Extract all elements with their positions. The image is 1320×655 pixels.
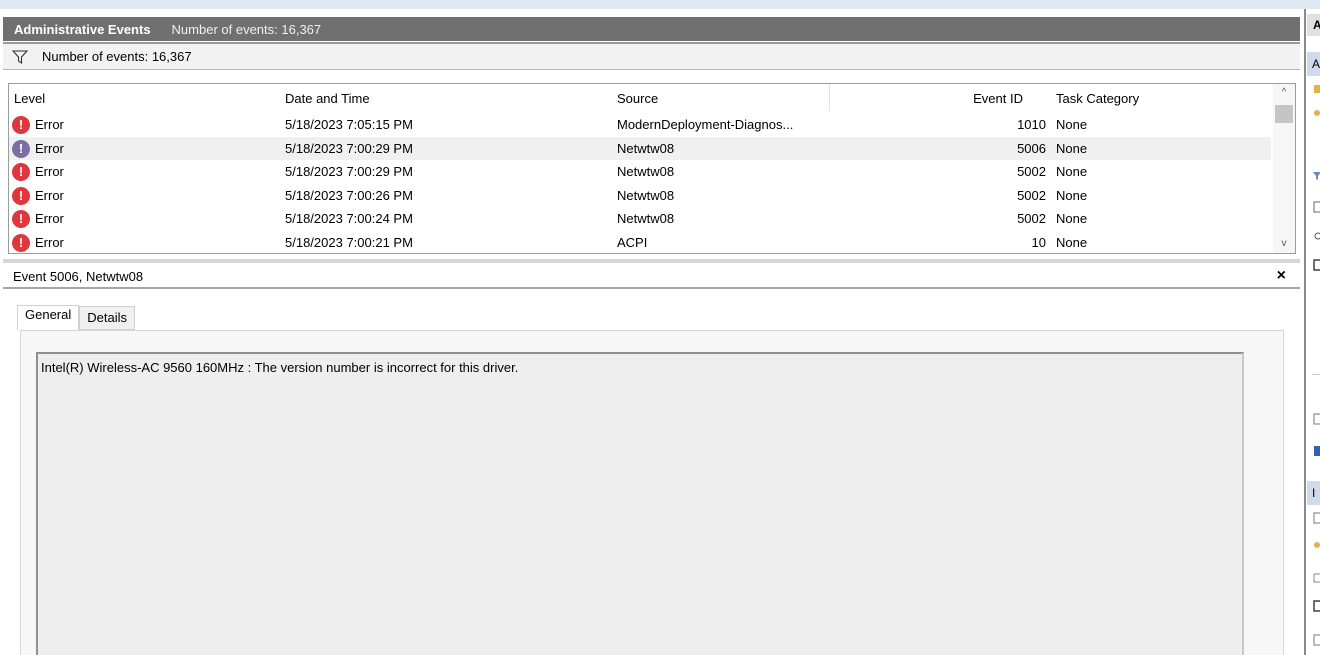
cell-source: Netwtw08 — [617, 140, 675, 156]
cell-task-category: None — [1056, 164, 1088, 179]
event-list: Level Date and Time Source Event ID Task… — [8, 83, 1296, 254]
attach-task-icon[interactable] — [1313, 540, 1320, 552]
cell-date-time: 5/18/2023 7:00:24 PM — [285, 211, 413, 226]
cell-level: Error — [35, 211, 64, 226]
copy-icon[interactable] — [1313, 572, 1320, 584]
table-row[interactable]: ! Error 5/18/2023 7:00:29 PM Netwtw08 5002 No… — [9, 160, 1271, 184]
column-header-date-time[interactable]: Date and Time — [285, 91, 370, 106]
cell-task-category: None — [1056, 211, 1088, 226]
event-actions-section-header[interactable]: I — [1307, 481, 1320, 505]
column-header-task-category[interactable]: Task Category — [1056, 91, 1139, 106]
table-row[interactable]: ! Error 5/18/2023 7:00:21 PM ACPI 10 None — [9, 231, 1271, 254]
error-circle-icon: ! — [12, 233, 30, 252]
cell-source: Netwtw08 — [617, 187, 675, 203]
refresh-events-icon[interactable] — [1313, 634, 1320, 646]
cell-event-id: 5006 — [1017, 140, 1046, 156]
tab-general[interactable]: General — [17, 305, 80, 330]
scroll-thumb[interactable] — [1275, 105, 1293, 123]
cell-date-time: 5/18/2023 7:00:29 PM — [285, 140, 413, 156]
cell-event-id: 5002 — [1017, 187, 1046, 203]
scroll-down-icon[interactable]: v — [1273, 235, 1295, 253]
cell-level: Error — [35, 234, 64, 250]
cell-date-time: 5/18/2023 7:00:26 PM — [285, 187, 413, 203]
filter-event-count: Number of events: 16,367 — [42, 49, 192, 64]
properties-icon[interactable] — [1313, 201, 1320, 213]
table-row[interactable]: ! Error 5/18/2023 7:05:15 PM ModernDeployme… — [9, 113, 1271, 137]
event-properties-icon[interactable] — [1313, 512, 1320, 524]
error-circle-icon: ! — [12, 163, 30, 181]
cell-event-id: 1010 — [1017, 117, 1046, 132]
details-tabs: General Details — [17, 305, 135, 330]
find-icon[interactable] — [1313, 231, 1320, 243]
actions-pane-header: A — [1307, 14, 1320, 36]
filter-action-icon[interactable] — [1313, 169, 1320, 181]
column-header-level[interactable]: Level — [14, 91, 45, 106]
column-header-event-id[interactable]: Event ID — [973, 91, 1023, 106]
event-list-header: Level Date and Time Source Event ID Task… — [9, 84, 1274, 111]
cell-task-category: None — [1056, 187, 1088, 203]
event-message-text[interactable]: Intel(R) Wireless-AC 9560 160MHz : The v… — [36, 352, 1244, 655]
cell-date-time: 5/18/2023 7:00:21 PM — [285, 234, 413, 250]
column-header-source[interactable]: Source — [617, 91, 658, 106]
cell-source: Netwtw08 — [617, 164, 675, 179]
table-row[interactable]: ! Error 5/18/2023 7:00:24 PM Netwtw08 5002 No… — [9, 207, 1271, 231]
save-icon[interactable] — [1313, 259, 1320, 271]
scroll-up-icon[interactable]: ^ — [1273, 84, 1295, 102]
cell-task-category: None — [1056, 234, 1088, 250]
error-circle-icon: ! — [12, 139, 30, 158]
star-icon[interactable] — [1313, 107, 1320, 119]
event-details-title: Event 5006, Netwtw08 — [13, 268, 144, 284]
general-tab-panel: Intel(R) Wireless-AC 9560 160MHz : The v… — [20, 330, 1284, 655]
cell-source: ModernDeployment-Diagnos... — [617, 117, 794, 132]
cell-event-id: 10 — [1031, 234, 1046, 250]
close-icon[interactable]: × — [1277, 267, 1286, 285]
event-list-scrollbar[interactable]: ^ v — [1273, 84, 1295, 253]
cell-level: Error — [35, 140, 64, 156]
view-header-bar: Administrative Events Number of events: … — [3, 17, 1300, 41]
actions-section-header[interactable]: A — [1307, 52, 1320, 76]
cell-level: Error — [35, 117, 64, 132]
view-title: Administrative Events — [14, 21, 151, 37]
actions-separator — [1312, 374, 1320, 375]
window-top-strip — [0, 0, 1320, 9]
cell-task-category: None — [1056, 140, 1088, 156]
actions-pane: A A I — [1304, 9, 1320, 655]
cell-source: Netwtw08 — [617, 211, 675, 226]
cell-source: ACPI — [617, 234, 648, 250]
cell-level: Error — [35, 164, 64, 179]
refresh-icon[interactable] — [1313, 413, 1320, 425]
table-row[interactable]: ! Error 5/18/2023 7:00:29 PM Netwtw08 5006 No… — [9, 136, 1271, 160]
error-circle-icon: ! — [12, 116, 30, 134]
filter-bar: Number of events: 16,367 — [3, 42, 1300, 70]
error-circle-icon: ! — [12, 186, 30, 205]
cell-date-time: 5/18/2023 7:00:29 PM — [285, 164, 413, 179]
tab-details[interactable]: Details — [79, 306, 135, 330]
help-icon[interactable] — [1313, 445, 1320, 457]
pane-splitter[interactable] — [3, 259, 1300, 263]
cell-event-id: 5002 — [1017, 211, 1046, 226]
cell-date-time: 5/18/2023 7:05:15 PM — [285, 117, 413, 132]
column-separator[interactable] — [829, 84, 830, 111]
save-events-icon[interactable] — [1313, 600, 1320, 612]
table-row[interactable]: ! Error 5/18/2023 7:00:26 PM Netwtw08 5002 No… — [9, 184, 1271, 208]
cell-level: Error — [35, 187, 64, 203]
event-viewer-main-pane: Administrative Events Number of events: … — [0, 9, 1303, 655]
cell-event-id: 5002 — [1017, 164, 1046, 179]
cell-task-category: None — [1056, 117, 1088, 132]
view-event-count: Number of events: 16,367 — [171, 21, 322, 37]
event-details-header: Event 5006, Netwtw08 × — [3, 265, 1300, 289]
funnel-icon[interactable] — [12, 49, 28, 64]
open-log-icon[interactable] — [1313, 83, 1320, 95]
error-circle-icon: ! — [12, 210, 30, 228]
